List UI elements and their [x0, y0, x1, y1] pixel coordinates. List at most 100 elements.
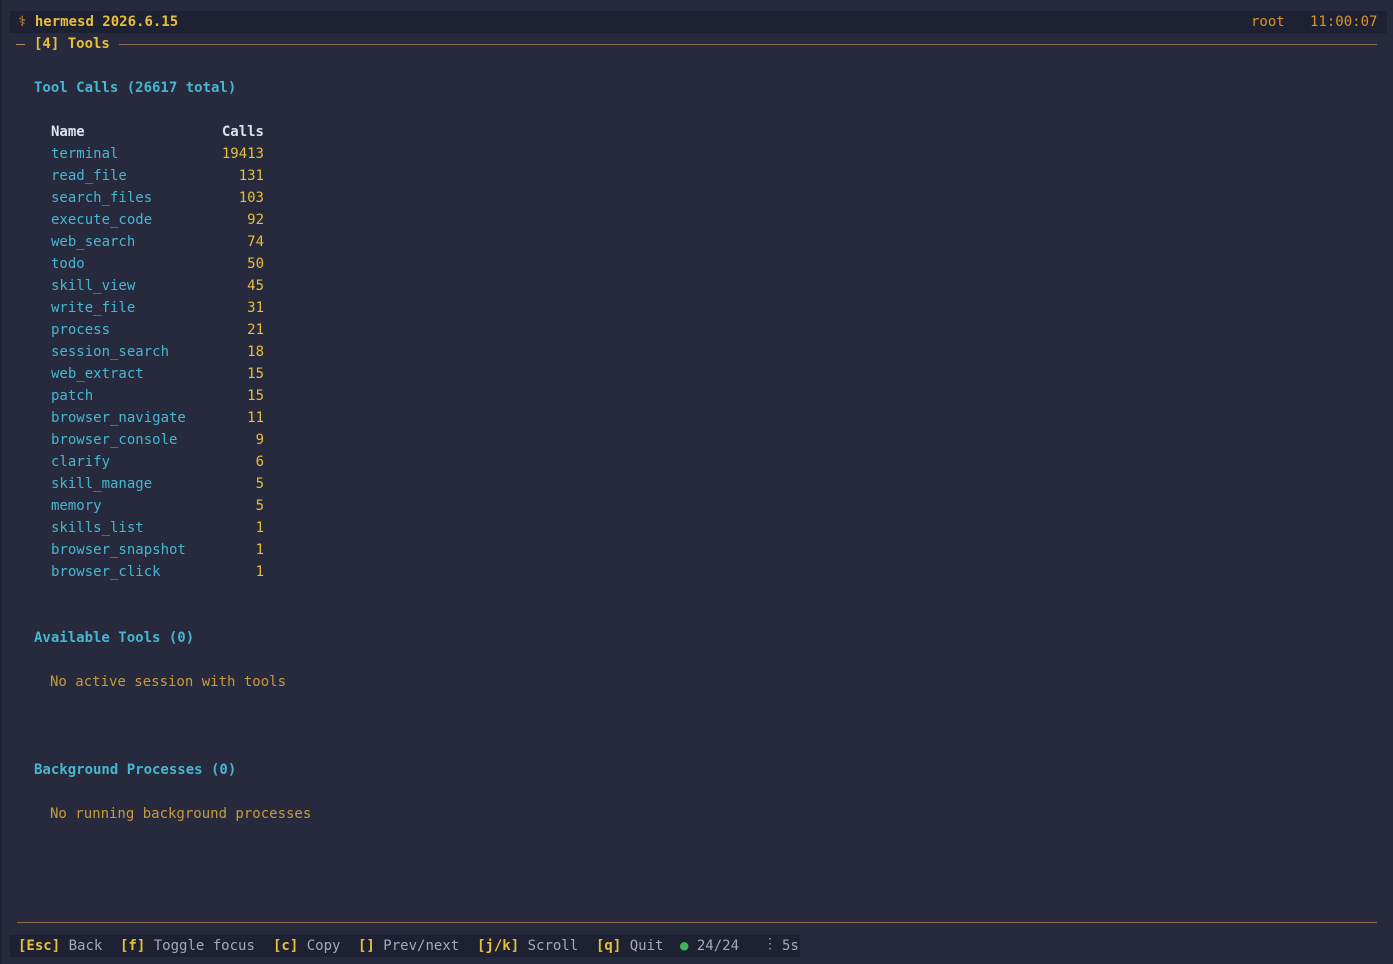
table-row: web_search 74: [51, 231, 264, 253]
table-row: process 21: [51, 319, 264, 341]
tool-name: clarify: [51, 454, 111, 470]
tool-calls-count: 74: [247, 234, 264, 250]
background-processes-heading: Background Processes (0): [34, 762, 237, 778]
caduceus-icon: ⚕: [18, 14, 27, 30]
tool-calls-count: 1: [255, 542, 264, 558]
keybind-prev-next[interactable]: [] Prev/next: [358, 935, 459, 957]
keybind-toggle-focus-label: Toggle focus: [153, 938, 255, 954]
keybind-copy-label: Copy: [306, 938, 341, 954]
keybind-copy[interactable]: [c] Copy: [273, 935, 340, 957]
available-tools-heading: Available Tools (0): [34, 630, 195, 646]
vertical-ellipsis-icon: ⋮: [763, 936, 777, 952]
background-processes-empty: No running background processes: [50, 806, 312, 822]
table-row: write_file 31: [51, 297, 264, 319]
tool-name: patch: [51, 388, 94, 404]
tool-calls-count: 9: [255, 432, 264, 448]
tool-calls-count: 131: [238, 168, 264, 184]
tool-calls-count: 45: [247, 278, 264, 294]
tool-calls-count: 18: [247, 344, 264, 360]
tool-calls-count: 6: [255, 454, 264, 470]
table-row: browser_snapshot 1: [51, 539, 264, 561]
key-c: [c]: [273, 938, 299, 954]
tool-calls-count: 1: [255, 564, 264, 580]
column-header-calls: Calls: [221, 124, 264, 140]
tool-calls-count: 19413: [221, 146, 264, 162]
keybind-toggle-focus[interactable]: [f] Toggle focus: [120, 935, 255, 957]
table-row: skills_list 1: [51, 517, 264, 539]
key-f: [f]: [120, 938, 146, 954]
section-rule-left: [16, 44, 25, 45]
tool-calls-count: 31: [247, 300, 264, 316]
table-row: patch 15: [51, 385, 264, 407]
tool-calls-heading: Tool Calls (26617 total): [34, 80, 237, 96]
column-header-name: Name: [51, 124, 85, 140]
tool-name: web_search: [51, 234, 136, 250]
tool-calls-count: 11: [247, 410, 264, 426]
tool-calls-count: 1: [255, 520, 264, 536]
keybind-prev-next-label: Prev/next: [383, 938, 460, 954]
section-title: [4] Tools: [34, 36, 110, 52]
table-row: skill_manage 5: [51, 473, 264, 495]
tool-name: browser_navigate: [51, 410, 186, 426]
table-row: search_files 103: [51, 187, 264, 209]
keybind-back-label: Back: [68, 938, 103, 954]
tool-name: browser_console: [51, 432, 178, 448]
tool-name: read_file: [51, 168, 127, 184]
tool-name: write_file: [51, 300, 136, 316]
tool-name: skill_view: [51, 278, 136, 294]
key-esc: [Esc]: [18, 938, 61, 954]
tool-name: todo: [51, 256, 85, 272]
clock: 11:00:07: [1310, 14, 1378, 30]
left-border: [0, 0, 2, 964]
table-row: clarify 6: [51, 451, 264, 473]
keybind-back[interactable]: [Esc] Back: [18, 935, 102, 957]
table-row: todo 50: [51, 253, 264, 275]
keybind-scroll[interactable]: [j/k] Scroll: [477, 935, 578, 957]
table-row: skill_view 45: [51, 275, 264, 297]
tool-name: search_files: [51, 190, 153, 206]
tool-name: browser_click: [51, 564, 161, 580]
section-rule: [119, 44, 1377, 45]
table-row: browser_navigate 11: [51, 407, 264, 429]
session-count: 24/24: [696, 938, 740, 954]
table-row: memory 5: [51, 495, 264, 517]
title-bar: [10, 11, 1387, 33]
tool-calls-count: 103: [238, 190, 264, 206]
tool-name: terminal: [51, 146, 119, 162]
tool-calls-count: 15: [247, 366, 264, 382]
app-title: hermesd 2026.6.15: [34, 14, 179, 30]
table-row: session_search 18: [51, 341, 264, 363]
keybind-quit[interactable]: [q] Quit: [596, 935, 663, 957]
status-dot-icon: ●: [680, 938, 689, 954]
tool-name: web_extract: [51, 366, 144, 382]
tool-calls-count: 50: [247, 256, 264, 272]
footer-rule: [17, 922, 1377, 923]
tool-name: browser_snapshot: [51, 542, 186, 558]
key-q: [q]: [596, 938, 622, 954]
tool-calls-count: 92: [247, 212, 264, 228]
tool-name: process: [51, 322, 111, 338]
table-row: read_file 131: [51, 165, 264, 187]
key-brackets: []: [358, 938, 375, 954]
refresh-interval: 5s: [782, 938, 799, 954]
available-tools-empty: No active session with tools: [50, 674, 287, 690]
tool-name: execute_code: [51, 212, 153, 228]
tool-name: memory: [51, 498, 102, 514]
table-row: execute_code 92: [51, 209, 264, 231]
table-row: terminal 19413: [51, 143, 264, 165]
user-label: root: [1251, 14, 1285, 30]
tool-calls-count: 5: [255, 476, 264, 492]
keybind-quit-label: Quit: [629, 938, 664, 954]
table-row: browser_console 9: [51, 429, 264, 451]
tool-name: session_search: [51, 344, 170, 360]
table-row: browser_click 1: [51, 561, 264, 583]
tool-name: skill_manage: [51, 476, 153, 492]
key-jk: [j/k]: [477, 938, 520, 954]
tool-calls-count: 21: [247, 322, 264, 338]
keybind-scroll-label: Scroll: [527, 938, 579, 954]
tool-calls-count: 15: [247, 388, 264, 404]
tool-calls-count: 5: [255, 498, 264, 514]
tool-name: skills_list: [51, 520, 144, 536]
app-brand: ⚕ hermesd 2026.6.15: [18, 11, 178, 33]
table-row: web_extract 15: [51, 363, 264, 385]
